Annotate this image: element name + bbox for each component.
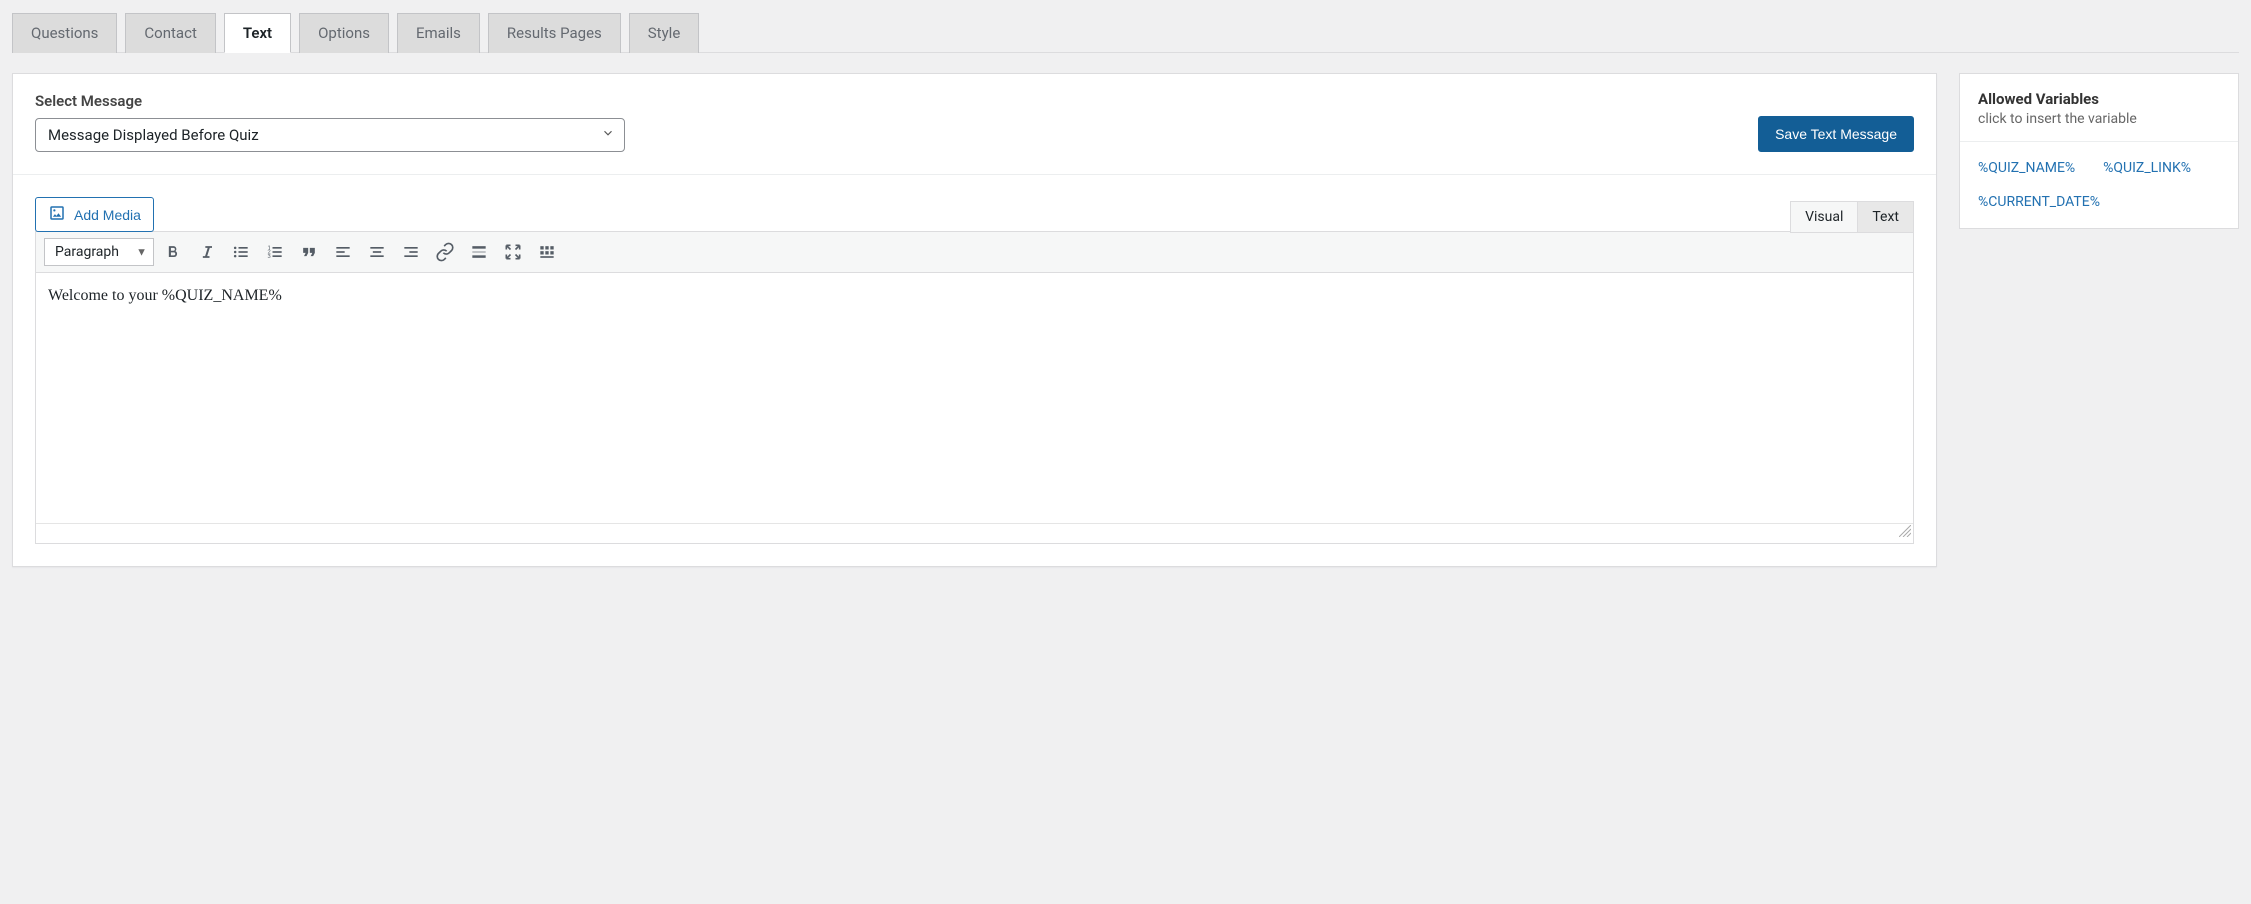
tab-contact[interactable]: Contact bbox=[125, 13, 215, 53]
format-dropdown[interactable]: Paragraph ▼ bbox=[44, 238, 154, 266]
tab-emails[interactable]: Emails bbox=[397, 13, 480, 53]
save-text-message-button[interactable]: Save Text Message bbox=[1758, 116, 1914, 152]
align-right-button[interactable] bbox=[396, 238, 426, 266]
editor-frame: Paragraph ▼ bbox=[35, 231, 1914, 544]
bold-button[interactable] bbox=[158, 238, 188, 266]
caret-down-icon: ▼ bbox=[136, 246, 147, 259]
add-media-label: Add Media bbox=[74, 207, 141, 223]
tab-text[interactable]: Text bbox=[224, 13, 291, 53]
tab-results-pages[interactable]: Results Pages bbox=[488, 13, 621, 53]
editor-tab-visual[interactable]: Visual bbox=[1790, 201, 1858, 233]
allowed-variables-subtitle: click to insert the variable bbox=[1978, 111, 2220, 127]
italic-button[interactable] bbox=[192, 238, 222, 266]
fullscreen-button[interactable] bbox=[498, 238, 528, 266]
bulleted-list-button[interactable] bbox=[226, 238, 256, 266]
main-panel: Select Message Message Displayed Before … bbox=[12, 73, 1937, 567]
variable-current-date[interactable]: %CURRENT_DATE% bbox=[1978, 194, 2100, 210]
nav-tabs: Questions Contact Text Options Emails Re… bbox=[12, 12, 2239, 53]
toolbar-toggle-button[interactable] bbox=[532, 238, 562, 266]
variable-quiz-link[interactable]: %QUIZ_LINK% bbox=[2103, 160, 2191, 176]
editor-toolbar: Paragraph ▼ bbox=[36, 232, 1913, 273]
variable-quiz-name[interactable]: %QUIZ_NAME% bbox=[1978, 160, 2075, 176]
align-left-button[interactable] bbox=[328, 238, 358, 266]
numbered-list-button[interactable]: 123 bbox=[260, 238, 290, 266]
resize-grip-icon[interactable] bbox=[1899, 525, 1911, 541]
select-message-dropdown[interactable]: Message Displayed Before Quiz bbox=[35, 118, 625, 152]
align-center-button[interactable] bbox=[362, 238, 392, 266]
add-media-button[interactable]: Add Media bbox=[35, 197, 154, 232]
tab-style[interactable]: Style bbox=[629, 13, 700, 53]
allowed-variables-panel: Allowed Variables click to insert the va… bbox=[1959, 73, 2239, 229]
media-icon bbox=[48, 204, 66, 225]
read-more-button[interactable] bbox=[464, 238, 494, 266]
allowed-variables-title: Allowed Variables bbox=[1978, 90, 2220, 108]
tab-questions[interactable]: Questions bbox=[12, 13, 117, 53]
link-button[interactable] bbox=[430, 238, 460, 266]
select-message-label: Select Message bbox=[35, 92, 625, 110]
editor-status-bar bbox=[36, 523, 1913, 543]
editor-content-area[interactable]: Welcome to your %QUIZ_NAME% bbox=[36, 273, 1913, 523]
editor-mode-tabs: Visual Text bbox=[1791, 200, 1914, 232]
format-value: Paragraph bbox=[55, 244, 119, 260]
tab-options[interactable]: Options bbox=[299, 13, 389, 53]
svg-text:3: 3 bbox=[268, 254, 271, 260]
editor-tab-text[interactable]: Text bbox=[1857, 201, 1914, 233]
blockquote-button[interactable] bbox=[294, 238, 324, 266]
